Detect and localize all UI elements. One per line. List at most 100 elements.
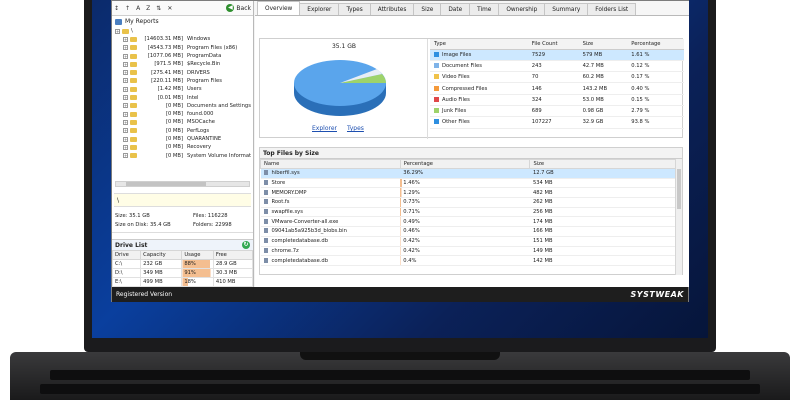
sort-ascending-icon[interactable]: ↕ <box>114 5 119 12</box>
tree-row[interactable]: + [275.41 MB] DRIVERS <box>115 68 253 76</box>
types-col-header[interactable]: Percentage <box>627 39 684 50</box>
tab-explorer[interactable]: Explorer <box>299 3 340 15</box>
tree-row[interactable]: + [0 MB] PerfLogs <box>115 127 253 135</box>
types-col-header[interactable]: Type <box>430 39 528 50</box>
folder-tree[interactable]: + \ + [14603.31 MB] Windows + [4543.73 MB] Prog… <box>112 27 253 181</box>
tree-row[interactable]: + [14603.31 MB] Windows <box>115 35 253 43</box>
expand-icon[interactable]: + <box>123 119 128 125</box>
expand-icon[interactable]: + <box>123 53 128 59</box>
tools-icon[interactable]: ✕ <box>167 5 172 12</box>
tree-row[interactable]: + [0.01 MB] Intel <box>115 93 253 101</box>
tree-row[interactable]: + [1.42 MB] Users <box>115 85 253 93</box>
top-file-row[interactable]: swapfile.sys 0.71% 256 MB <box>260 207 676 218</box>
top-file-row[interactable]: completedatabase.db 0.42% 151 MB <box>260 236 676 247</box>
tab-attributes[interactable]: Attributes <box>369 3 415 15</box>
file-type-cell: Compressed Files <box>430 82 528 95</box>
top-file-row[interactable]: 09041ab5a925b3d_blobs.bin 0.46% 166 MB <box>260 226 676 237</box>
file-type-row[interactable]: Other Files 107227 32.9 GB 93.8 % <box>430 116 684 129</box>
top-files-scrollbar[interactable] <box>675 159 682 275</box>
tree-row[interactable]: + [0 MB] Recovery <box>115 143 253 151</box>
drive-row[interactable]: C:\ 232 GB 88% 28.9 GB <box>111 259 254 269</box>
file-type-row[interactable]: Audio Files 324 53.0 MB 0.15 % <box>430 94 684 106</box>
top-file-row[interactable]: VMware-Converter-all.exe 0.49% 174 MB <box>260 216 676 228</box>
expand-icon[interactable]: + <box>123 86 128 92</box>
expand-icon[interactable]: + <box>115 28 120 34</box>
tab-size[interactable]: Size <box>413 3 442 15</box>
file-type-cell: Image Files <box>430 49 528 61</box>
drive-col-header[interactable]: Free <box>212 250 254 260</box>
tree-row[interactable]: + [4543.73 MB] Program Files (x86) <box>115 44 253 52</box>
file-type-row[interactable]: Document Files 243 42.7 MB 0.12 % <box>430 60 684 73</box>
file-type-row[interactable]: Video Files 70 60.2 MB 0.17 % <box>430 71 684 84</box>
top-file-row[interactable]: completedatabase.db 0.4% 142 MB <box>260 255 676 266</box>
refresh-icon[interactable]: ↻ <box>242 241 250 249</box>
types-link[interactable]: Types <box>347 125 364 132</box>
sort-za-icon[interactable]: Z <box>146 5 150 12</box>
toolbar: ↕ ↑ A Z ⇅ ✕ ◀ Back <box>112 1 253 16</box>
up-icon[interactable]: ↑ <box>125 5 130 12</box>
drive-free: 28.9 GB <box>212 259 254 269</box>
file-icon <box>263 209 268 215</box>
expand-icon[interactable]: + <box>123 95 128 101</box>
tree-row[interactable]: + [971.5 MB] $Recycle.Bin <box>115 60 253 68</box>
tree-folder-name: Windows <box>187 36 211 43</box>
tree-row[interactable]: + [0 MB] Documents and Settings <box>115 102 253 110</box>
file-type-row[interactable]: Image Files 7529 579 MB 1.61 % <box>430 49 684 61</box>
top-file-row[interactable]: Store 1.46% 534 MB <box>260 178 676 189</box>
expand-icon[interactable]: + <box>123 111 128 117</box>
top-file-row[interactable]: hiberfil.sys 36.29% 12.7 GB <box>260 168 676 179</box>
tree-row[interactable]: + [220.11 MB] Program Files <box>115 77 253 85</box>
file-type-count: 689 <box>527 105 579 118</box>
tree-row[interactable]: + [0 MB] System Volume Informat <box>115 151 253 159</box>
top-file-size: 166 MB <box>529 226 676 237</box>
top-files-col-header[interactable]: Size <box>529 159 676 169</box>
types-col-header[interactable]: Size <box>578 39 628 50</box>
back-button[interactable]: ◀ Back <box>226 4 251 12</box>
tree-horizontal-scrollbar[interactable] <box>115 181 250 187</box>
file-type-row[interactable]: Compressed Files 146 143.2 MB 0.40 % <box>430 82 684 95</box>
drive-col-header[interactable]: Usage <box>181 250 214 260</box>
tree-row[interactable]: + [0 MB] QUARANTINE <box>115 135 253 143</box>
drive-col-header[interactable]: Capacity <box>140 250 183 260</box>
tab-time[interactable]: Time <box>469 3 500 15</box>
tree-folder-size: [1.42 MB] <box>157 86 183 93</box>
tab-ownership[interactable]: Ownership <box>498 3 546 15</box>
tab-types[interactable]: Types <box>338 3 371 15</box>
tree-row[interactable]: + \ <box>115 27 253 35</box>
expand-icon[interactable]: + <box>123 153 128 159</box>
tab-summary[interactable]: Summary <box>544 3 589 15</box>
drive-row[interactable]: D:\ 349 MB 91% 30.3 MB <box>111 268 254 278</box>
tab-folders-list[interactable]: Folders List <box>587 3 637 15</box>
tab-overview[interactable]: Overview <box>257 1 301 15</box>
top-file-row[interactable]: chrome.7z 0.42% 149 MB <box>260 246 676 257</box>
sort-az-icon[interactable]: A <box>136 5 140 12</box>
top-files-col-header[interactable]: Percentage <box>399 159 531 169</box>
expand-icon[interactable]: + <box>123 36 128 42</box>
file-type-size: 579 MB <box>578 49 628 61</box>
top-files-col-header[interactable]: Name <box>260 159 401 169</box>
tree-row[interactable]: + [0 MB] found.000 <box>115 110 253 118</box>
tree-row[interactable]: + [0 MB] MSOCache <box>115 118 253 126</box>
drive-row[interactable]: E:\ 499 MB 18% 410 MB <box>111 277 254 287</box>
expand-icon[interactable]: + <box>123 45 128 51</box>
expand-icon[interactable]: + <box>123 136 128 142</box>
top-file-row[interactable]: Root.fs 0.73% 262 MB <box>260 197 676 208</box>
my-reports[interactable]: My Reports <box>112 16 253 27</box>
expand-icon[interactable]: + <box>123 61 128 67</box>
tree-row[interactable]: + [1077.06 MB] ProgramData <box>115 52 253 60</box>
filter-icon[interactable]: ⇅ <box>156 5 161 12</box>
expand-icon[interactable]: + <box>123 70 128 76</box>
explorer-link[interactable]: Explorer <box>312 125 337 132</box>
top-file-row[interactable]: MEMORY.DMP 1.29% 482 MB <box>260 187 676 199</box>
expand-icon[interactable]: + <box>123 128 128 134</box>
types-col-header[interactable]: File Count <box>527 39 579 50</box>
expand-icon[interactable]: + <box>123 144 128 150</box>
expand-icon[interactable]: + <box>123 78 128 84</box>
expand-icon[interactable]: + <box>123 103 128 109</box>
file-icon <box>263 189 268 195</box>
tab-date[interactable]: Date <box>440 3 471 15</box>
drive-col-header[interactable]: Drive <box>111 250 142 260</box>
file-type-row[interactable]: Junk Files 689 0.98 GB 2.79 % <box>430 105 684 118</box>
tab-bar: Overview Explorer Types Attributes Size Date T… <box>255 1 689 16</box>
tree-folder-name: Documents and Settings <box>187 102 251 109</box>
